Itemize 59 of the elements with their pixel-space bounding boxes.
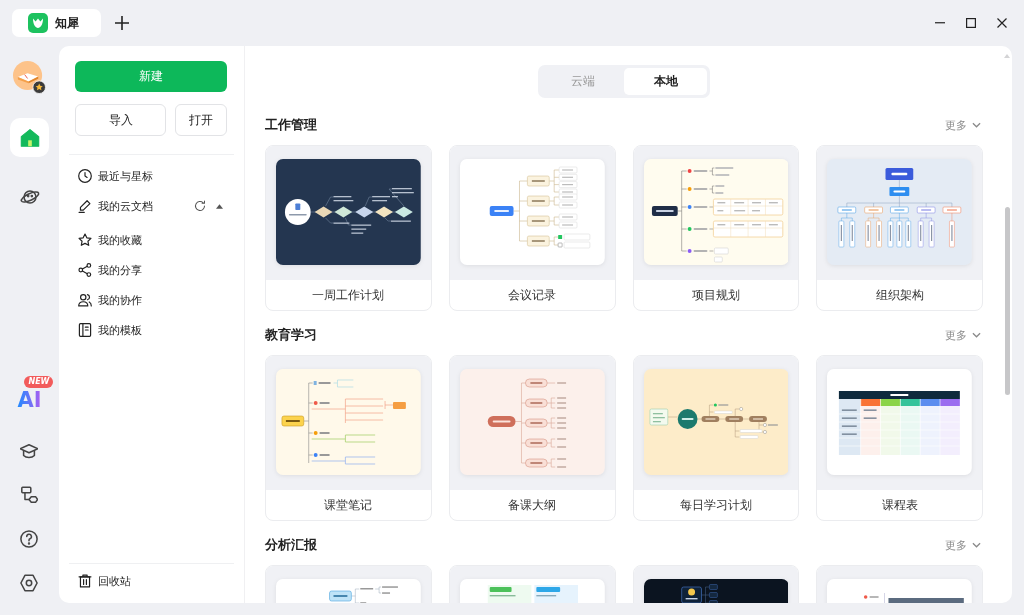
template-title: 项目规划 xyxy=(690,286,741,304)
help-icon[interactable] xyxy=(20,530,39,548)
plus-icon[interactable] xyxy=(115,16,129,30)
nav-item[interactable]: 我的收藏 xyxy=(59,225,244,255)
share-icon xyxy=(78,263,92,277)
template-title: 备课大纲 xyxy=(507,496,558,514)
nav-item[interactable]: 最近与星标 xyxy=(59,161,244,191)
template-title: 课堂笔记 xyxy=(323,496,374,514)
close-icon[interactable] xyxy=(997,18,1007,28)
maximize-icon[interactable] xyxy=(966,18,976,28)
chevron-down-icon xyxy=(972,122,981,128)
new-badge: NEW xyxy=(24,376,54,388)
template-card[interactable]: 每日学习计划 xyxy=(632,355,800,521)
graduation-cap-icon[interactable] xyxy=(20,442,39,460)
more-button[interactable]: 更多 xyxy=(945,327,981,343)
nav-item[interactable]: 我的分享 xyxy=(59,255,244,285)
home-button[interactable] xyxy=(10,118,49,157)
open-button[interactable]: 打开 xyxy=(175,104,227,136)
flowchart-icon[interactable] xyxy=(20,486,39,504)
template-title: 会议记录 xyxy=(507,286,558,304)
nav-item[interactable]: 我的云文档 xyxy=(59,191,244,221)
template-title: 课程表 xyxy=(880,496,919,514)
avatar-icon[interactable] xyxy=(13,61,46,94)
chevron-down-icon xyxy=(972,542,981,548)
app-tab[interactable]: 知犀 xyxy=(12,9,101,37)
notebook-icon xyxy=(78,323,92,337)
template-card[interactable]: 一周工作计划 xyxy=(265,145,432,311)
section-title: 教育学习 xyxy=(265,326,317,344)
template-title: 每日学习计划 xyxy=(678,496,753,514)
nav-item[interactable]: 我的模板 xyxy=(59,315,244,345)
template-title: 一周工作计划 xyxy=(311,286,386,304)
more-button[interactable]: 更多 xyxy=(945,117,981,133)
template-card[interactable]: 会议记录 xyxy=(448,145,616,311)
trash-icon xyxy=(78,574,92,588)
pencil-icon xyxy=(78,199,92,213)
source-tab[interactable]: 本地 xyxy=(624,68,707,95)
scrollbar-thumb[interactable] xyxy=(1004,207,1010,395)
template-card[interactable]: 课程表 xyxy=(816,355,983,521)
settings-icon[interactable] xyxy=(20,574,39,592)
template-card[interactable]: 备课大纲 xyxy=(448,355,616,521)
import-button[interactable]: 导入 xyxy=(75,104,166,136)
template-card[interactable]: 课堂笔记 xyxy=(265,355,432,521)
logo-icon xyxy=(28,13,48,33)
clock-icon xyxy=(78,169,92,183)
section-title: 工作管理 xyxy=(265,116,317,134)
people-icon xyxy=(78,293,92,307)
nav-item[interactable]: 我的协作 xyxy=(59,285,244,315)
home-icon xyxy=(18,126,41,149)
star-icon xyxy=(78,233,92,247)
template-card[interactable]: 组织架构 xyxy=(816,145,983,311)
nav-item[interactable]: 回收站 xyxy=(59,566,244,596)
refresh-icon[interactable] xyxy=(194,200,206,212)
chevron-down-icon xyxy=(972,332,981,338)
more-button[interactable]: 更多 xyxy=(945,537,981,553)
caret-icon[interactable] xyxy=(216,203,223,209)
section-title: 分析汇报 xyxy=(265,536,317,554)
template-title: 组织架构 xyxy=(874,286,925,304)
minimize-icon[interactable] xyxy=(935,22,945,24)
template-card[interactable]: 项目规划 xyxy=(632,145,800,311)
